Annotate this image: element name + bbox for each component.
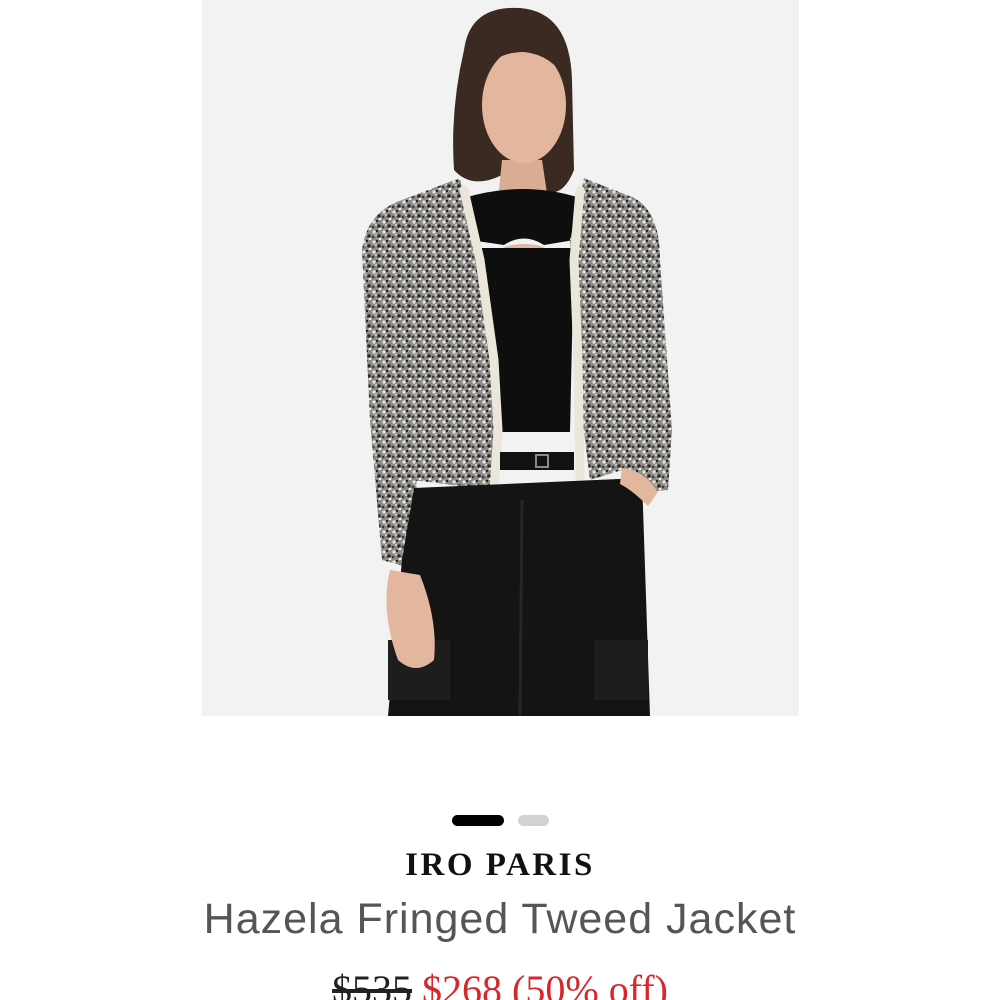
sale-price: $268 [422,967,503,1000]
carousel-dot-2[interactable] [517,815,549,826]
carousel-dot-1[interactable] [451,815,504,826]
product-title: Hazela Fringed Tweed Jacket [203,895,797,943]
price-row: $535 $268 (50% off) [0,964,1000,1000]
carousel-dots [0,815,1000,827]
product-image[interactable] [202,0,799,716]
original-price: $535 [332,967,413,1000]
brand-name[interactable]: IRO PARIS [0,845,1000,885]
product-page: IRO PARIS Hazela Fringed Tweed Jacket $5… [0,0,1000,1000]
discount-label: (50% off) [512,967,668,1000]
